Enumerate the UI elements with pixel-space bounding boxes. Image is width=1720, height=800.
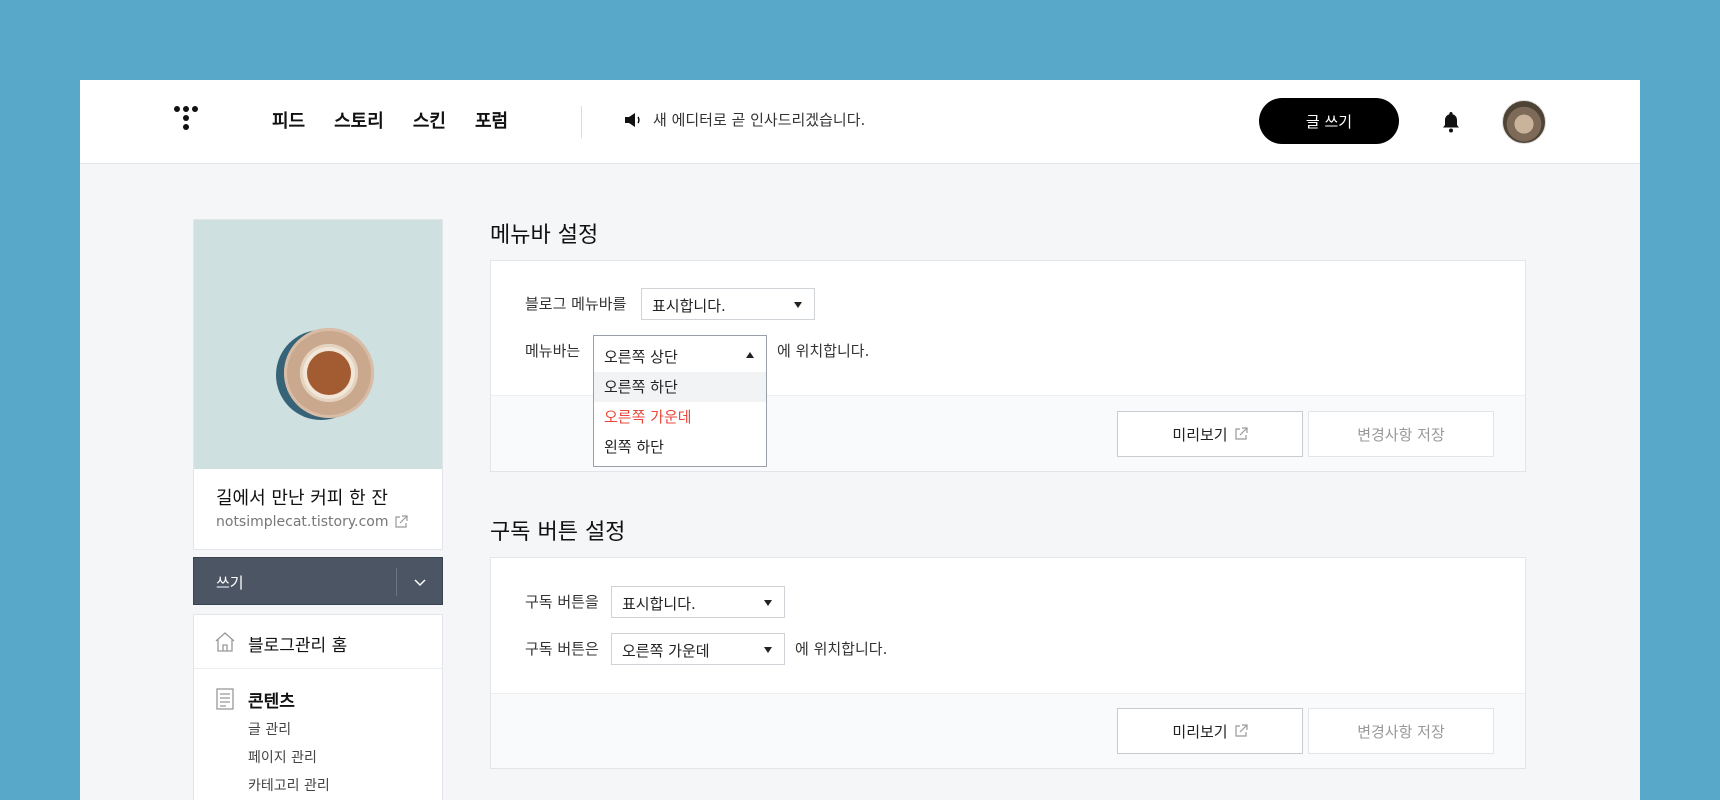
- nav-forum[interactable]: 포럼: [475, 108, 508, 136]
- blog-title[interactable]: 길에서 만난 커피 한 잔: [216, 484, 388, 510]
- admin-menu: 블로그관리 홈 콘텐츠 글 관리 페이지 관리 카테고리 관리: [193, 614, 443, 800]
- menu-content-label[interactable]: 콘텐츠: [248, 687, 295, 712]
- menubar-position-select[interactable]: 오른쪽 상단 오른쪽 하단 오른쪽 가운데 왼쪽 하단: [593, 335, 767, 467]
- external-link-icon: [1234, 427, 1248, 440]
- home-icon: [215, 632, 235, 652]
- main-nav: 피드 스토리 스킨 포럼: [272, 108, 537, 136]
- menu-category-manage[interactable]: 카테고리 관리: [248, 775, 330, 795]
- menubar-display-label: 블로그 메뉴바를: [525, 295, 627, 313]
- subscribe-display-label: 구독 버튼을: [525, 593, 599, 611]
- subscribe-preview-button[interactable]: 미리보기: [1117, 708, 1303, 754]
- external-link-icon: [395, 515, 409, 528]
- chevron-down-icon[interactable]: [412, 574, 428, 590]
- notice-text: 새 에디터로 곧 인사드리겠습니다.: [653, 111, 866, 129]
- menubar-display-select[interactable]: 표시합니다.: [641, 288, 815, 320]
- subscribe-save-button[interactable]: 변경사항 저장: [1308, 708, 1494, 754]
- option-right-bottom[interactable]: 오른쪽 하단: [594, 372, 766, 402]
- subscribe-position-label: 구독 버튼은: [525, 640, 599, 658]
- menubar-save-button[interactable]: 변경사항 저장: [1308, 411, 1494, 457]
- nav-feed[interactable]: 피드: [272, 108, 305, 136]
- subscribe-position-select[interactable]: 오른쪽 가운데: [611, 633, 785, 665]
- tistory-logo-icon[interactable]: [174, 106, 206, 138]
- caret-up-icon: [746, 352, 754, 358]
- menubar-preview-button[interactable]: 미리보기: [1117, 411, 1303, 457]
- menubar-position-suffix: 에 위치합니다.: [777, 342, 870, 360]
- document-icon: [216, 688, 234, 710]
- speaker-icon: [625, 112, 640, 127]
- write-dropdown-bar: 쓰기: [193, 557, 443, 605]
- option-right-middle[interactable]: 오른쪽 가운데: [594, 402, 766, 432]
- nav-skin[interactable]: 스킨: [413, 108, 446, 136]
- notice: 새 에디터로 곧 인사드리겠습니다.: [623, 109, 865, 130]
- nav-story[interactable]: 스토리: [334, 108, 384, 136]
- subscribe-display-select[interactable]: 표시합니다.: [611, 586, 785, 618]
- menu-page-manage[interactable]: 페이지 관리: [248, 747, 317, 767]
- option-left-bottom[interactable]: 왼쪽 하단: [594, 432, 766, 462]
- bell-icon[interactable]: [1439, 110, 1463, 134]
- menubar-position-select-head[interactable]: 오른쪽 상단: [594, 336, 766, 372]
- menu-post-manage[interactable]: 글 관리: [248, 719, 291, 739]
- subscribe-position-suffix: 에 위치합니다.: [795, 640, 888, 658]
- avatar[interactable]: [1502, 100, 1546, 144]
- blog-url-link[interactable]: notsimplecat.tistory.com: [216, 514, 409, 530]
- menubar-section-title: 메뉴바 설정: [490, 223, 599, 248]
- external-link-icon: [1234, 724, 1248, 737]
- caret-down-icon: [794, 302, 802, 308]
- caret-down-icon: [764, 600, 772, 606]
- top-header: 피드 스토리 스킨 포럼 새 에디터로 곧 인사드리겠습니다. 글 쓰기: [80, 80, 1640, 164]
- blog-cover-image: [194, 220, 442, 469]
- blog-card: 길에서 만난 커피 한 잔 notsimplecat.tistory.com: [193, 219, 443, 550]
- menu-blog-home-label: 블로그관리 홈: [248, 636, 348, 656]
- subscribe-section-title: 구독 버튼 설정: [490, 520, 626, 545]
- subscribe-panel: 구독 버튼을 표시합니다. 구독 버튼은 오른쪽 가운데 에 위치합니다. 미리…: [490, 557, 1526, 769]
- menu-blog-home[interactable]: 블로그관리 홈: [194, 615, 442, 669]
- subscribe-panel-footer: 미리보기 변경사항 저장: [491, 693, 1525, 768]
- app-window: 피드 스토리 스킨 포럼 새 에디터로 곧 인사드리겠습니다. 글 쓰기 길에서…: [80, 80, 1640, 800]
- blog-url-text: notsimplecat.tistory.com: [216, 514, 389, 530]
- menubar-position-label: 메뉴바는: [525, 342, 581, 360]
- write-label[interactable]: 쓰기: [216, 572, 244, 593]
- caret-down-icon: [764, 647, 772, 653]
- write-bar-separator: [396, 568, 397, 596]
- header-divider: [581, 106, 582, 138]
- write-post-button[interactable]: 글 쓰기: [1259, 98, 1399, 144]
